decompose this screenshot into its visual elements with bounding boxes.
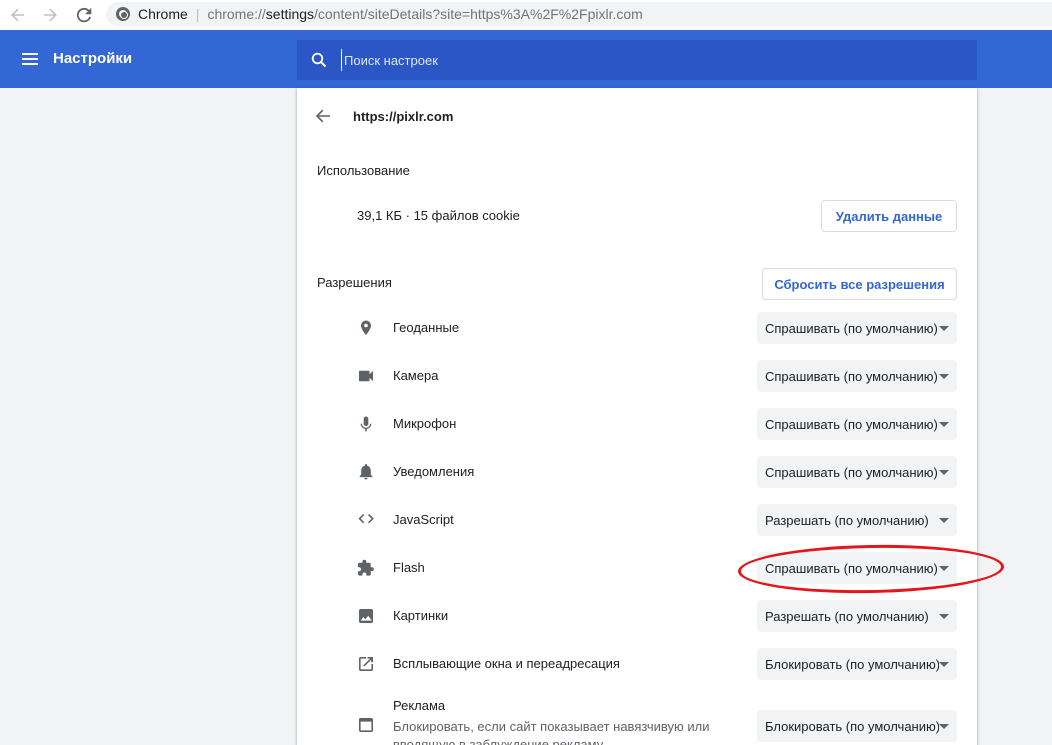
- usage-section-label: Использование: [317, 163, 410, 178]
- url-scheme: chrome://: [207, 6, 266, 22]
- permission-row-location: Геоданные Спрашивать (по умолчанию): [297, 312, 977, 344]
- permission-select[interactable]: Блокировать (по умолчанию): [757, 710, 957, 742]
- permission-value: Разрешать (по умолчанию): [765, 608, 929, 624]
- chrome-logo-icon: [116, 7, 130, 21]
- site-details-card: https://pixlr.com Использование 39,1 КБ …: [297, 88, 977, 745]
- caret-down-icon: [939, 374, 949, 379]
- microphone-icon: [360, 416, 372, 432]
- permission-description: Блокировать, если сайт показывает навязч…: [393, 719, 710, 745]
- permission-value: Спрашивать (по умолчанию): [765, 368, 938, 384]
- permission-row-popups: Всплывающие окна и переадресация Блокиро…: [297, 648, 977, 680]
- permission-row-ads: Реклама Блокировать, если сайт показывае…: [297, 698, 977, 745]
- permissions-section-label: Разрешения: [317, 275, 392, 290]
- permission-value: Спрашивать (по умолчанию): [765, 320, 938, 336]
- settings-header: Настройки: [0, 30, 1052, 88]
- permission-label: Реклама: [393, 698, 446, 713]
- caret-down-icon: [939, 614, 949, 619]
- permission-row-notifications: Уведомления Спрашивать (по умолчанию): [297, 456, 977, 488]
- permission-row-javascript: JavaScript Разрешать (по умолчанию): [297, 504, 977, 536]
- permission-label: Геоданные: [393, 320, 460, 335]
- caret-down-icon: [939, 422, 949, 427]
- back-button[interactable]: [315, 108, 333, 126]
- menu-line: [22, 58, 38, 60]
- back-nav-button[interactable]: [4, 1, 32, 29]
- forward-nav-button[interactable]: [36, 1, 64, 29]
- menu-line: [22, 53, 38, 55]
- permission-row-images: Картинки Разрешать (по умолчанию): [297, 600, 977, 632]
- permission-label: JavaScript: [393, 512, 454, 527]
- permission-select[interactable]: Спрашивать (по умолчанию): [757, 360, 957, 392]
- reload-icon: [76, 7, 92, 23]
- permission-value: Разрешать (по умолчанию): [765, 512, 929, 528]
- arrow-back-icon: [315, 109, 330, 123]
- permission-row-camera: Камера Спрашивать (по умолчанию): [297, 360, 977, 392]
- reload-button[interactable]: [70, 1, 98, 29]
- url-host: settings: [265, 6, 315, 22]
- browser-toolbar: Chrome | chrome://settings/content/siteD…: [0, 0, 1052, 30]
- permission-row-microphone: Микрофон Спрашивать (по умолчанию): [297, 408, 977, 440]
- delete-data-button[interactable]: Удалить данные: [821, 200, 957, 232]
- permission-value: Спрашивать (по умолчанию): [765, 416, 938, 432]
- hamburger-menu-button[interactable]: [20, 50, 40, 68]
- omnibox-separator: |: [195, 6, 200, 22]
- address-bar[interactable]: Chrome | chrome://settings/content/siteD…: [106, 2, 1052, 26]
- permission-label: Уведомления: [393, 464, 475, 479]
- permission-select[interactable]: Спрашивать (по умолчанию): [757, 312, 957, 344]
- site-title: https://pixlr.com: [353, 109, 454, 124]
- search-input[interactable]: [341, 49, 941, 71]
- caret-down-icon: [939, 326, 949, 331]
- caret-down-icon: [939, 518, 949, 523]
- permission-label: Камера: [393, 368, 439, 383]
- permission-label: Всплывающие окна и переадресация: [393, 656, 620, 671]
- code-icon: [358, 513, 374, 524]
- permission-value: Спрашивать (по умолчанию): [765, 464, 938, 480]
- usage-text: 39,1 КБ · 15 файлов cookie: [357, 208, 520, 223]
- page-title: Настройки: [53, 50, 133, 67]
- permission-select[interactable]: Спрашивать (по умолчанию): [757, 408, 957, 440]
- menu-line: [22, 63, 38, 65]
- arrow-left-icon: [11, 8, 24, 22]
- camera-icon: [359, 370, 373, 382]
- permission-value: Блокировать (по умолчанию): [765, 718, 939, 734]
- permission-select[interactable]: Спрашивать (по умолчанию): [757, 456, 957, 488]
- reset-permissions-button[interactable]: Сбросить все разрешения: [762, 268, 957, 300]
- permission-select[interactable]: Разрешать (по умолчанию): [757, 504, 957, 536]
- open-in-new-icon: [359, 657, 373, 671]
- permission-value: Блокировать (по умолчанию): [765, 656, 939, 672]
- settings-search: [297, 40, 977, 80]
- location-icon: [361, 320, 371, 335]
- image-icon: [359, 609, 373, 623]
- puzzle-icon: [357, 559, 374, 576]
- arrow-right-icon: [44, 8, 57, 22]
- permission-label: Flash: [393, 560, 425, 575]
- permission-label: Картинки: [393, 608, 449, 623]
- caret-down-icon: [939, 470, 949, 475]
- permission-select[interactable]: Разрешать (по умолчанию): [757, 600, 957, 632]
- search-icon: [311, 52, 327, 68]
- caret-down-icon: [939, 662, 949, 667]
- bell-icon: [359, 464, 373, 480]
- origin-label: Chrome: [138, 6, 188, 22]
- caret-down-icon: [939, 724, 949, 729]
- permission-label: Микрофон: [393, 416, 457, 431]
- url-path: /content/siteDetails?site=https%3A%2F%2F…: [314, 6, 643, 22]
- ads-window-icon: [359, 718, 373, 732]
- permission-select[interactable]: Блокировать (по умолчанию): [757, 648, 957, 680]
